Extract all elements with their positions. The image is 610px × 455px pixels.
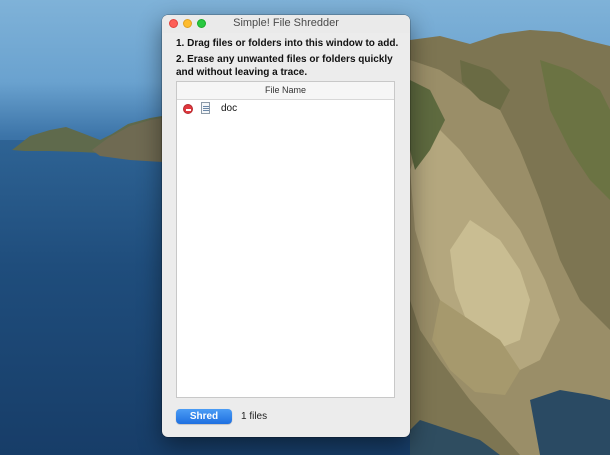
window-title: Simple! File Shredder [233, 17, 339, 29]
document-icon [201, 102, 210, 114]
file-shredder-window: Simple! File Shredder 1. Drag files or f… [162, 15, 410, 437]
file-list-row[interactable]: doc [177, 100, 394, 118]
file-name-label: doc [221, 103, 238, 114]
file-name-column-header[interactable]: File Name [177, 82, 394, 100]
shred-button[interactable]: Shred [176, 409, 232, 424]
desktop-wallpaper: Simple! File Shredder 1. Drag files or f… [0, 0, 610, 455]
file-count-label: 1 files [241, 411, 268, 422]
window-titlebar[interactable]: Simple! File Shredder [162, 15, 410, 33]
remove-circle-icon[interactable] [183, 104, 193, 114]
file-list-table[interactable]: File Name doc [176, 81, 395, 398]
instruction-erase: 2. Erase any unwanted files or folders q… [176, 54, 393, 78]
instruction-drag: 1. Drag files or folders into this windo… [176, 38, 399, 49]
